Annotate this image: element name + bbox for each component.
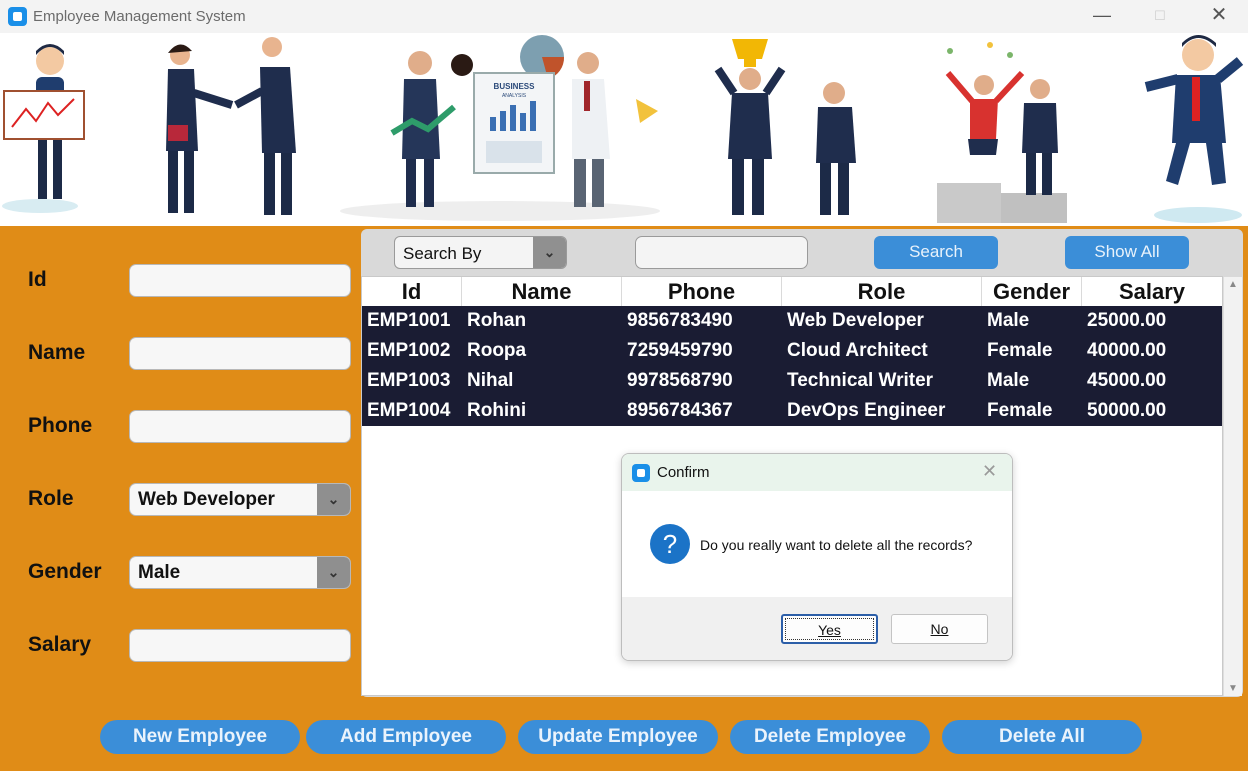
search-by-select[interactable]: Search By ⌄ bbox=[394, 236, 567, 269]
question-icon: ? bbox=[650, 524, 690, 564]
cell-gender: Female bbox=[987, 400, 1053, 421]
table-row[interactable]: EMP1003 Nihal 9978568790 Technical Write… bbox=[362, 366, 1222, 396]
cell-id: EMP1001 bbox=[367, 310, 451, 331]
cell-id: EMP1004 bbox=[367, 400, 451, 421]
confirm-dialog: Confirm ✕ ? Do you really want to delete… bbox=[621, 453, 1013, 661]
close-icon[interactable]: ✕ bbox=[982, 461, 997, 482]
cell-name: Roopa bbox=[467, 340, 527, 361]
dialog-title: Confirm bbox=[657, 464, 710, 481]
search-button[interactable]: Search bbox=[874, 236, 998, 269]
cell-gender: Male bbox=[987, 310, 1030, 331]
table-row[interactable]: EMP1004 Rohini 8956784367 DevOps Enginee… bbox=[362, 396, 1222, 426]
cell-phone: 8956784367 bbox=[627, 400, 733, 421]
cell-name: Nihal bbox=[467, 370, 514, 391]
dialog-title-bar: Confirm ✕ bbox=[622, 454, 1012, 491]
search-by-value: Search By bbox=[403, 244, 482, 263]
cell-salary: 40000.00 bbox=[1087, 340, 1167, 361]
add-employee-button[interactable]: Add Employee bbox=[306, 720, 506, 754]
app-icon bbox=[8, 7, 27, 26]
banner-chart-label: BUSINESS bbox=[494, 82, 536, 91]
no-button[interactable]: No bbox=[891, 614, 988, 644]
table-header: Id Name Phone Role Gender Salary bbox=[362, 277, 1222, 306]
cell-salary: 45000.00 bbox=[1087, 370, 1167, 391]
table-row[interactable]: EMP1001 Rohan 9856783490 Web Developer M… bbox=[362, 306, 1222, 336]
maximize-button[interactable]: ☐ bbox=[1131, 0, 1189, 33]
column-header-gender[interactable]: Gender bbox=[982, 277, 1082, 306]
cell-role: Web Developer bbox=[787, 310, 924, 331]
title-bar: Employee Management System — ☐ ✕ bbox=[0, 0, 1248, 33]
phone-input[interactable] bbox=[129, 410, 351, 443]
cell-role: Technical Writer bbox=[787, 370, 934, 391]
cell-name: Rohan bbox=[467, 310, 527, 331]
yes-button[interactable]: Yes bbox=[781, 614, 878, 644]
gender-select[interactable]: Male ⌄ bbox=[129, 556, 351, 589]
cell-gender: Female bbox=[987, 340, 1053, 361]
cell-salary: 50000.00 bbox=[1087, 400, 1167, 421]
chevron-down-icon[interactable]: ⌄ bbox=[317, 484, 350, 515]
window-title: Employee Management System bbox=[33, 8, 246, 25]
cell-phone: 9856783490 bbox=[627, 310, 733, 331]
salary-label: Salary bbox=[28, 633, 92, 656]
id-input[interactable] bbox=[129, 264, 351, 297]
cell-role: DevOps Engineer bbox=[787, 400, 946, 421]
banner-chart-sublabel: ANALYSIS bbox=[502, 93, 527, 99]
show-all-button[interactable]: Show All bbox=[1065, 236, 1189, 269]
cell-role: Cloud Architect bbox=[787, 340, 928, 361]
cell-phone: 7259459790 bbox=[627, 340, 733, 361]
cell-phone: 9978568790 bbox=[627, 370, 733, 391]
dialog-message: Do you really want to delete all the rec… bbox=[700, 537, 973, 553]
search-input[interactable] bbox=[635, 236, 808, 269]
update-employee-button[interactable]: Update Employee bbox=[518, 720, 718, 754]
cell-name: Rohini bbox=[467, 400, 527, 421]
close-button[interactable]: ✕ bbox=[1190, 0, 1248, 33]
salary-input[interactable] bbox=[129, 629, 351, 662]
column-header-name[interactable]: Name bbox=[462, 277, 622, 306]
header-banner-image: BUSINESS ANALYSIS bbox=[0, 33, 1248, 226]
role-label: Role bbox=[28, 487, 74, 510]
table-scrollbar[interactable]: ▲ ▼ bbox=[1223, 277, 1242, 696]
column-header-id[interactable]: Id bbox=[362, 277, 462, 306]
app-icon bbox=[632, 464, 650, 482]
column-header-role[interactable]: Role bbox=[782, 277, 982, 306]
role-select-value: Web Developer bbox=[138, 489, 275, 510]
role-select[interactable]: Web Developer ⌄ bbox=[129, 483, 351, 516]
delete-employee-button[interactable]: Delete Employee bbox=[730, 720, 930, 754]
cell-salary: 25000.00 bbox=[1087, 310, 1167, 331]
delete-all-button[interactable]: Delete All bbox=[942, 720, 1142, 754]
name-label: Name bbox=[28, 341, 86, 364]
chevron-down-icon[interactable]: ⌄ bbox=[317, 557, 350, 588]
business-people-illustration: BUSINESS ANALYSIS bbox=[2, 35, 1244, 223]
table-row[interactable]: EMP1002 Roopa 7259459790 Cloud Architect… bbox=[362, 336, 1222, 366]
scroll-down-arrow-icon[interactable]: ▼ bbox=[1228, 683, 1238, 694]
chevron-down-icon[interactable]: ⌄ bbox=[533, 237, 566, 268]
gender-label: Gender bbox=[28, 560, 102, 583]
cell-id: EMP1002 bbox=[367, 340, 451, 361]
minimize-button[interactable]: — bbox=[1073, 0, 1131, 33]
cell-id: EMP1003 bbox=[367, 370, 451, 391]
column-header-salary[interactable]: Salary bbox=[1082, 277, 1222, 306]
new-employee-button[interactable]: New Employee bbox=[100, 720, 300, 754]
scroll-up-arrow-icon[interactable]: ▲ bbox=[1228, 279, 1238, 290]
id-label: Id bbox=[28, 268, 47, 291]
table-body: EMP1001 Rohan 9856783490 Web Developer M… bbox=[362, 306, 1222, 426]
name-input[interactable] bbox=[129, 337, 351, 370]
column-header-phone[interactable]: Phone bbox=[622, 277, 782, 306]
cell-gender: Male bbox=[987, 370, 1030, 391]
phone-label: Phone bbox=[28, 414, 93, 437]
gender-select-value: Male bbox=[138, 562, 181, 583]
